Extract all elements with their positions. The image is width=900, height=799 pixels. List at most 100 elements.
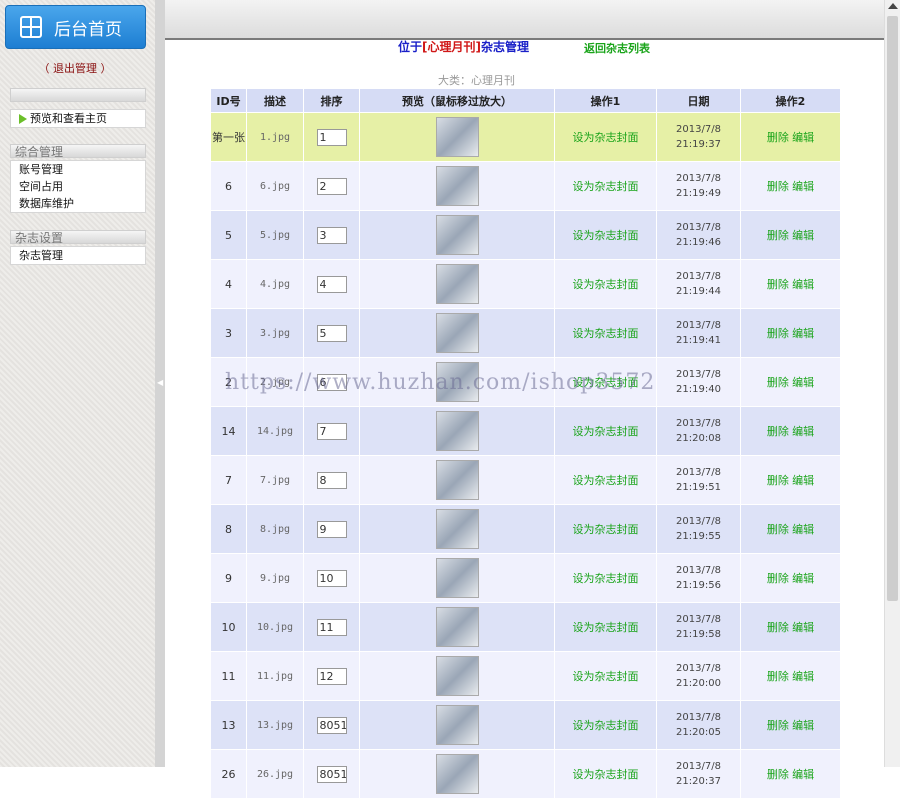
row-date-cell: 2013/7/8 21:20:05 — [656, 700, 741, 750]
edit-link[interactable]: 编辑 — [792, 131, 814, 144]
delete-link[interactable]: 删除 — [767, 719, 789, 732]
row-op1-cell: 设为杂志封面 — [554, 161, 657, 211]
edit-link[interactable]: 编辑 — [792, 670, 814, 683]
row-preview-cell — [359, 553, 555, 603]
set-cover-link[interactable]: 设为杂志封面 — [573, 327, 639, 340]
set-cover-link[interactable]: 设为杂志封面 — [573, 670, 639, 683]
delete-link[interactable]: 删除 — [767, 278, 789, 291]
row-op1-cell: 设为杂志封面 — [554, 749, 657, 799]
row-preview-cell — [359, 749, 555, 799]
edit-link[interactable]: 编辑 — [792, 180, 814, 193]
set-cover-link[interactable]: 设为杂志封面 — [573, 719, 639, 732]
preview-thumbnail[interactable] — [435, 117, 479, 157]
logout-link[interactable]: （ 退出管理 ） — [0, 60, 150, 76]
row-time: 21:19:40 — [676, 384, 721, 395]
edit-link[interactable]: 编辑 — [792, 425, 814, 438]
delete-link[interactable]: 删除 — [767, 376, 789, 389]
preview-thumbnail[interactable] — [435, 656, 479, 696]
preview-thumbnail[interactable] — [435, 166, 479, 206]
delete-link[interactable]: 删除 — [767, 180, 789, 193]
preview-thumbnail[interactable] — [435, 215, 479, 255]
edit-link[interactable]: 编辑 — [792, 229, 814, 242]
row-date: 2013/7/8 — [676, 418, 721, 429]
row-date-cell: 2013/7/8 21:19:51 — [656, 455, 741, 505]
sort-order-input[interactable]: 1 — [316, 128, 347, 146]
preview-thumbnail[interactable] — [435, 558, 479, 598]
sidebar-toggle[interactable]: ◀ — [155, 0, 165, 767]
group-header-magazine: 杂志设置 — [10, 230, 146, 245]
sort-order-input[interactable]: 8 — [316, 471, 347, 489]
sort-order-input[interactable]: 11 — [316, 618, 347, 636]
scroll-thumb[interactable] — [887, 16, 898, 601]
sidebar-item-accounts[interactable]: 账号管理 — [11, 161, 145, 178]
title-prefix: 位于 — [398, 40, 423, 54]
sidebar-item-space-usage[interactable]: 空间占用 — [11, 178, 145, 195]
set-cover-link[interactable]: 设为杂志封面 — [573, 474, 639, 487]
image-table: ID号 描述 排序 预览（鼠标移过放大） 操作1 日期 操作2 第一张 1.jpg… — [210, 88, 841, 799]
sort-order-input[interactable]: 3 — [316, 226, 347, 244]
preview-thumbnail[interactable] — [435, 705, 479, 745]
set-cover-link[interactable]: 设为杂志封面 — [573, 425, 639, 438]
table-row: 14 14.jpg 7 设为杂志封面 2013/7/8 21:20:08 删除 编辑 — [210, 406, 841, 456]
sort-order-input[interactable]: 4 — [316, 275, 347, 293]
sort-order-input[interactable]: 12 — [316, 667, 347, 685]
preview-home-link[interactable]: 预览和查看主页 — [11, 110, 145, 127]
preview-thumbnail[interactable] — [435, 754, 479, 794]
back-to-list-link[interactable]: 返回杂志列表 — [584, 40, 650, 56]
edit-link[interactable]: 编辑 — [792, 278, 814, 291]
row-date-cell: 2013/7/8 21:19:44 — [656, 259, 741, 309]
set-cover-link[interactable]: 设为杂志封面 — [573, 523, 639, 536]
sort-order-input[interactable]: 10 — [316, 569, 347, 587]
vertical-scrollbar[interactable] — [884, 0, 900, 767]
sort-order-input[interactable]: 80510 — [316, 765, 347, 783]
edit-link[interactable]: 编辑 — [792, 376, 814, 389]
sort-order-input[interactable]: 7 — [316, 422, 347, 440]
delete-link[interactable]: 删除 — [767, 425, 789, 438]
delete-link[interactable]: 删除 — [767, 523, 789, 536]
edit-link[interactable]: 编辑 — [792, 768, 814, 781]
set-cover-link[interactable]: 设为杂志封面 — [573, 131, 639, 144]
delete-link[interactable]: 删除 — [767, 131, 789, 144]
delete-link[interactable]: 删除 — [767, 229, 789, 242]
scroll-up-icon[interactable] — [888, 3, 898, 9]
set-cover-link[interactable]: 设为杂志封面 — [573, 768, 639, 781]
edit-link[interactable]: 编辑 — [792, 621, 814, 634]
edit-link[interactable]: 编辑 — [792, 327, 814, 340]
delete-link[interactable]: 删除 — [767, 768, 789, 781]
sort-order-input[interactable]: 80510 — [316, 716, 347, 734]
edit-link[interactable]: 编辑 — [792, 474, 814, 487]
watermark: https://www.huzhan.com/ishop3572 — [225, 370, 656, 395]
row-date-cell: 2013/7/8 21:19:49 — [656, 161, 741, 211]
preview-thumbnail[interactable] — [435, 509, 479, 549]
set-cover-link[interactable]: 设为杂志封面 — [573, 229, 639, 242]
row-date-cell: 2013/7/8 21:19:56 — [656, 553, 741, 603]
title-magazine: [心理月刊] — [422, 40, 481, 54]
preview-thumbnail[interactable] — [435, 313, 479, 353]
row-sort-cell: 80510 — [303, 749, 360, 799]
sidebar-item-magazine-manage[interactable]: 杂志管理 — [11, 247, 145, 264]
sidebar-item-db-maintenance[interactable]: 数据库维护 — [11, 195, 145, 212]
row-op2-cell: 删除 编辑 — [740, 357, 841, 407]
set-cover-link[interactable]: 设为杂志封面 — [573, 278, 639, 291]
preview-thumbnail[interactable] — [435, 607, 479, 647]
row-time: 21:20:00 — [676, 678, 721, 689]
preview-thumbnail[interactable] — [435, 460, 479, 500]
edit-link[interactable]: 编辑 — [792, 572, 814, 585]
delete-link[interactable]: 删除 — [767, 474, 789, 487]
edit-link[interactable]: 编辑 — [792, 523, 814, 536]
set-cover-link[interactable]: 设为杂志封面 — [573, 621, 639, 634]
delete-link[interactable]: 删除 — [767, 670, 789, 683]
delete-link[interactable]: 删除 — [767, 621, 789, 634]
delete-link[interactable]: 删除 — [767, 572, 789, 585]
set-cover-link[interactable]: 设为杂志封面 — [573, 180, 639, 193]
sort-order-input[interactable]: 9 — [316, 520, 347, 538]
set-cover-link[interactable]: 设为杂志封面 — [573, 572, 639, 585]
home-button[interactable]: 后台首页 — [5, 5, 146, 49]
sort-order-input[interactable]: 2 — [316, 177, 347, 195]
delete-link[interactable]: 删除 — [767, 327, 789, 340]
sort-order-input[interactable]: 5 — [316, 324, 347, 342]
row-preview-cell — [359, 602, 555, 652]
preview-thumbnail[interactable] — [435, 411, 479, 451]
preview-thumbnail[interactable] — [435, 264, 479, 304]
edit-link[interactable]: 编辑 — [792, 719, 814, 732]
